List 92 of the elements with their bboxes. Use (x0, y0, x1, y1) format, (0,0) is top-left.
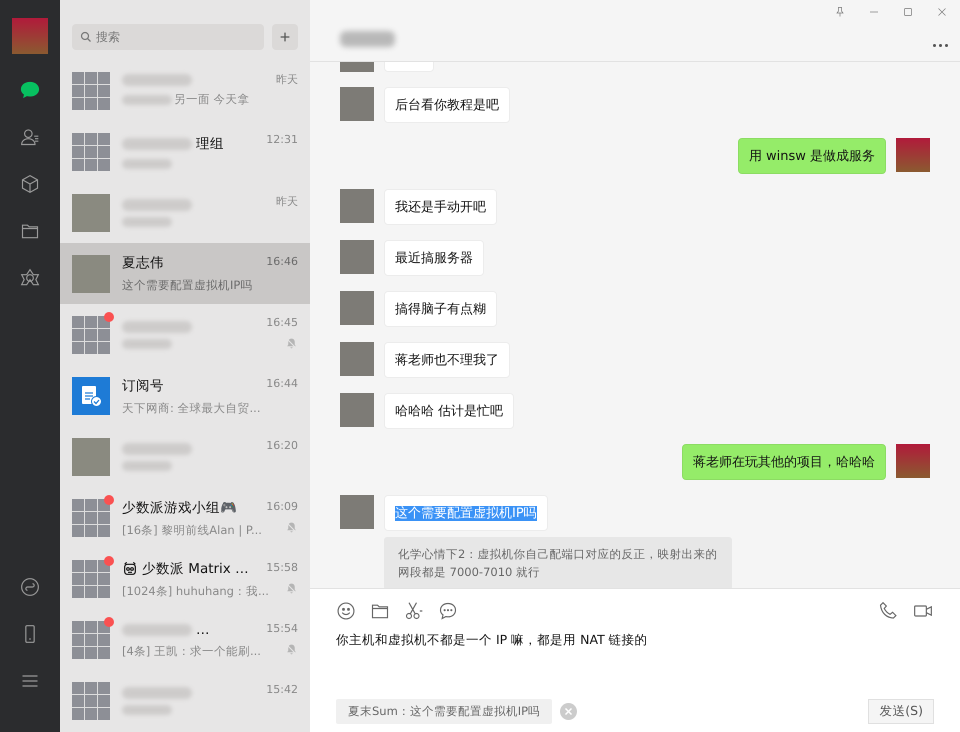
cube-icon[interactable] (20, 174, 40, 194)
smiley-icon[interactable] (336, 601, 356, 621)
blurred-text (122, 687, 192, 700)
chat-list-item[interactable]: … [4条] 王凯：求一个能刷... 15:54 (60, 610, 310, 671)
chat-list-item[interactable]: 理组 12:31 (60, 121, 310, 182)
message-bubble: 用 winsw 是做成服务 (738, 138, 886, 174)
chat-time: 16:44 (266, 377, 298, 390)
avatar-photo (340, 240, 374, 274)
send-button[interactable]: 发送(S) (868, 699, 934, 724)
speech-bubble-icon[interactable] (438, 601, 458, 621)
blurred-text (122, 94, 172, 105)
blurred-text (122, 216, 172, 227)
blurred-text (122, 461, 172, 472)
blurred-text (122, 320, 192, 333)
message-bubble: 蒋老师在玩其他的项目，哈哈哈 (682, 444, 886, 480)
message-preview: 另一面 今天拿 (174, 92, 250, 108)
message-preview: [16条] 黎明前线Alan | P... (122, 522, 262, 538)
group-avatar (72, 560, 110, 598)
message-bubble: 最近搞服务器 (384, 240, 484, 276)
group-avatar (72, 132, 110, 171)
chat-bubble-icon[interactable] (19, 80, 41, 100)
chat-name: … (196, 622, 210, 638)
chat-time: 16:45 (266, 316, 298, 330)
avatar-photo (340, 342, 374, 376)
chat-name: 少数派 Matrix … (142, 560, 249, 578)
add-button[interactable]: + (272, 24, 298, 50)
chat-name: 夏志伟 (122, 254, 164, 272)
chat-time: 12:31 (266, 133, 298, 146)
chat-time: 16:20 (266, 438, 298, 452)
avatar-photo (896, 444, 930, 478)
search-field[interactable]: 搜索 (72, 24, 264, 50)
chat-time: 昨天 (276, 194, 298, 210)
person-list-icon[interactable] (20, 127, 40, 147)
group-avatar (72, 72, 110, 110)
blurred-text (122, 443, 192, 456)
group-avatar (72, 316, 110, 354)
subscription-avatar (72, 377, 110, 416)
chat-name: 订阅号 (122, 376, 164, 395)
message-bubble: 哈哈哈 估计是忙吧 (384, 393, 514, 429)
chat-time: 16:09 (266, 500, 298, 513)
message-bubble: 后台看你教程是吧 (384, 87, 510, 123)
message-preview: 天下网商: 全球最大自贸... (122, 400, 260, 416)
blurred-text (122, 74, 192, 86)
avatar-photo (896, 138, 930, 172)
message-preview: [4条] 王凯：求一个能刷... (122, 644, 261, 659)
message-bubble: 这个需要配置虚拟机IP吗 (384, 495, 548, 531)
blurred-text (122, 338, 172, 349)
reply-quote: 夏末Sum：这个需要配置虚拟机IP吗 (336, 699, 552, 724)
photo-placeholder (72, 194, 110, 232)
group-avatar (72, 499, 110, 538)
photo-placeholder (72, 254, 110, 293)
chat-time: 15:42 (266, 682, 298, 696)
maximize-button[interactable] (902, 6, 914, 18)
avatar-photo (340, 393, 374, 427)
blurred-text (122, 158, 172, 169)
blurred-text (122, 624, 192, 636)
chat-time: 15:54 (266, 622, 298, 635)
pin-icon[interactable] (834, 6, 846, 18)
scissors-icon[interactable] (404, 601, 424, 621)
blurred-text (122, 198, 192, 211)
message-input[interactable]: 你主机和虚拟机不都是一个 IP 嘛，都是用 NAT 链接的 (336, 633, 934, 648)
group-avatar (72, 682, 110, 720)
avatar-photo (340, 495, 374, 529)
link-circle-icon[interactable] (20, 577, 40, 597)
phone-icon[interactable] (878, 601, 898, 621)
chat-list-item[interactable]: 夏志伟 这个需要配置虚拟机IP吗 16:46 (60, 243, 310, 304)
more-button[interactable] (933, 44, 948, 47)
avatar-photo (340, 189, 374, 223)
chat-name: 理组 (196, 134, 224, 153)
chat-time: 15:58 (266, 560, 298, 574)
message-bubble: 我还是手动开吧 (384, 189, 497, 225)
chat-list-item[interactable]: 少数派游戏小组🎮 [16条] 黎明前线Alan | P... 16:09 (60, 488, 310, 549)
blurred-title (340, 31, 395, 47)
chat-list-item[interactable]: 少数派 Matrix … [1024条] huhuhang：我... 15:58 (60, 548, 310, 610)
message-bubble: 蒋老师也不理我了 (384, 342, 510, 378)
message-bubble: 搞得脑子有点糊 (384, 291, 497, 327)
message-preview: 这个需要配置虚拟机IP吗 (122, 278, 252, 294)
blurred-text (122, 138, 192, 150)
group-avatar (72, 621, 110, 660)
close-button[interactable] (936, 6, 948, 18)
message-preview: [1024条] huhuhang：我... (122, 584, 269, 599)
chat-list-item[interactable]: 订阅号 天下网商: 全球最大自贸... 16:44 (60, 365, 310, 427)
aperture-icon[interactable] (20, 268, 40, 288)
chat-name: 少数派游戏小组🎮 (122, 498, 237, 517)
quoted-message: 化学心情下2：虚拟机你自己配端口对应的反正，映射出来的网段都是 7000-7010 就行 (384, 537, 732, 588)
search-icon (80, 31, 92, 43)
avatar-photo (340, 291, 374, 325)
blurred-text (122, 705, 172, 716)
avatar-photo (340, 87, 374, 121)
photo-placeholder (72, 438, 110, 476)
chat-time: 昨天 (276, 72, 298, 87)
chat-time: 16:46 (266, 255, 298, 268)
